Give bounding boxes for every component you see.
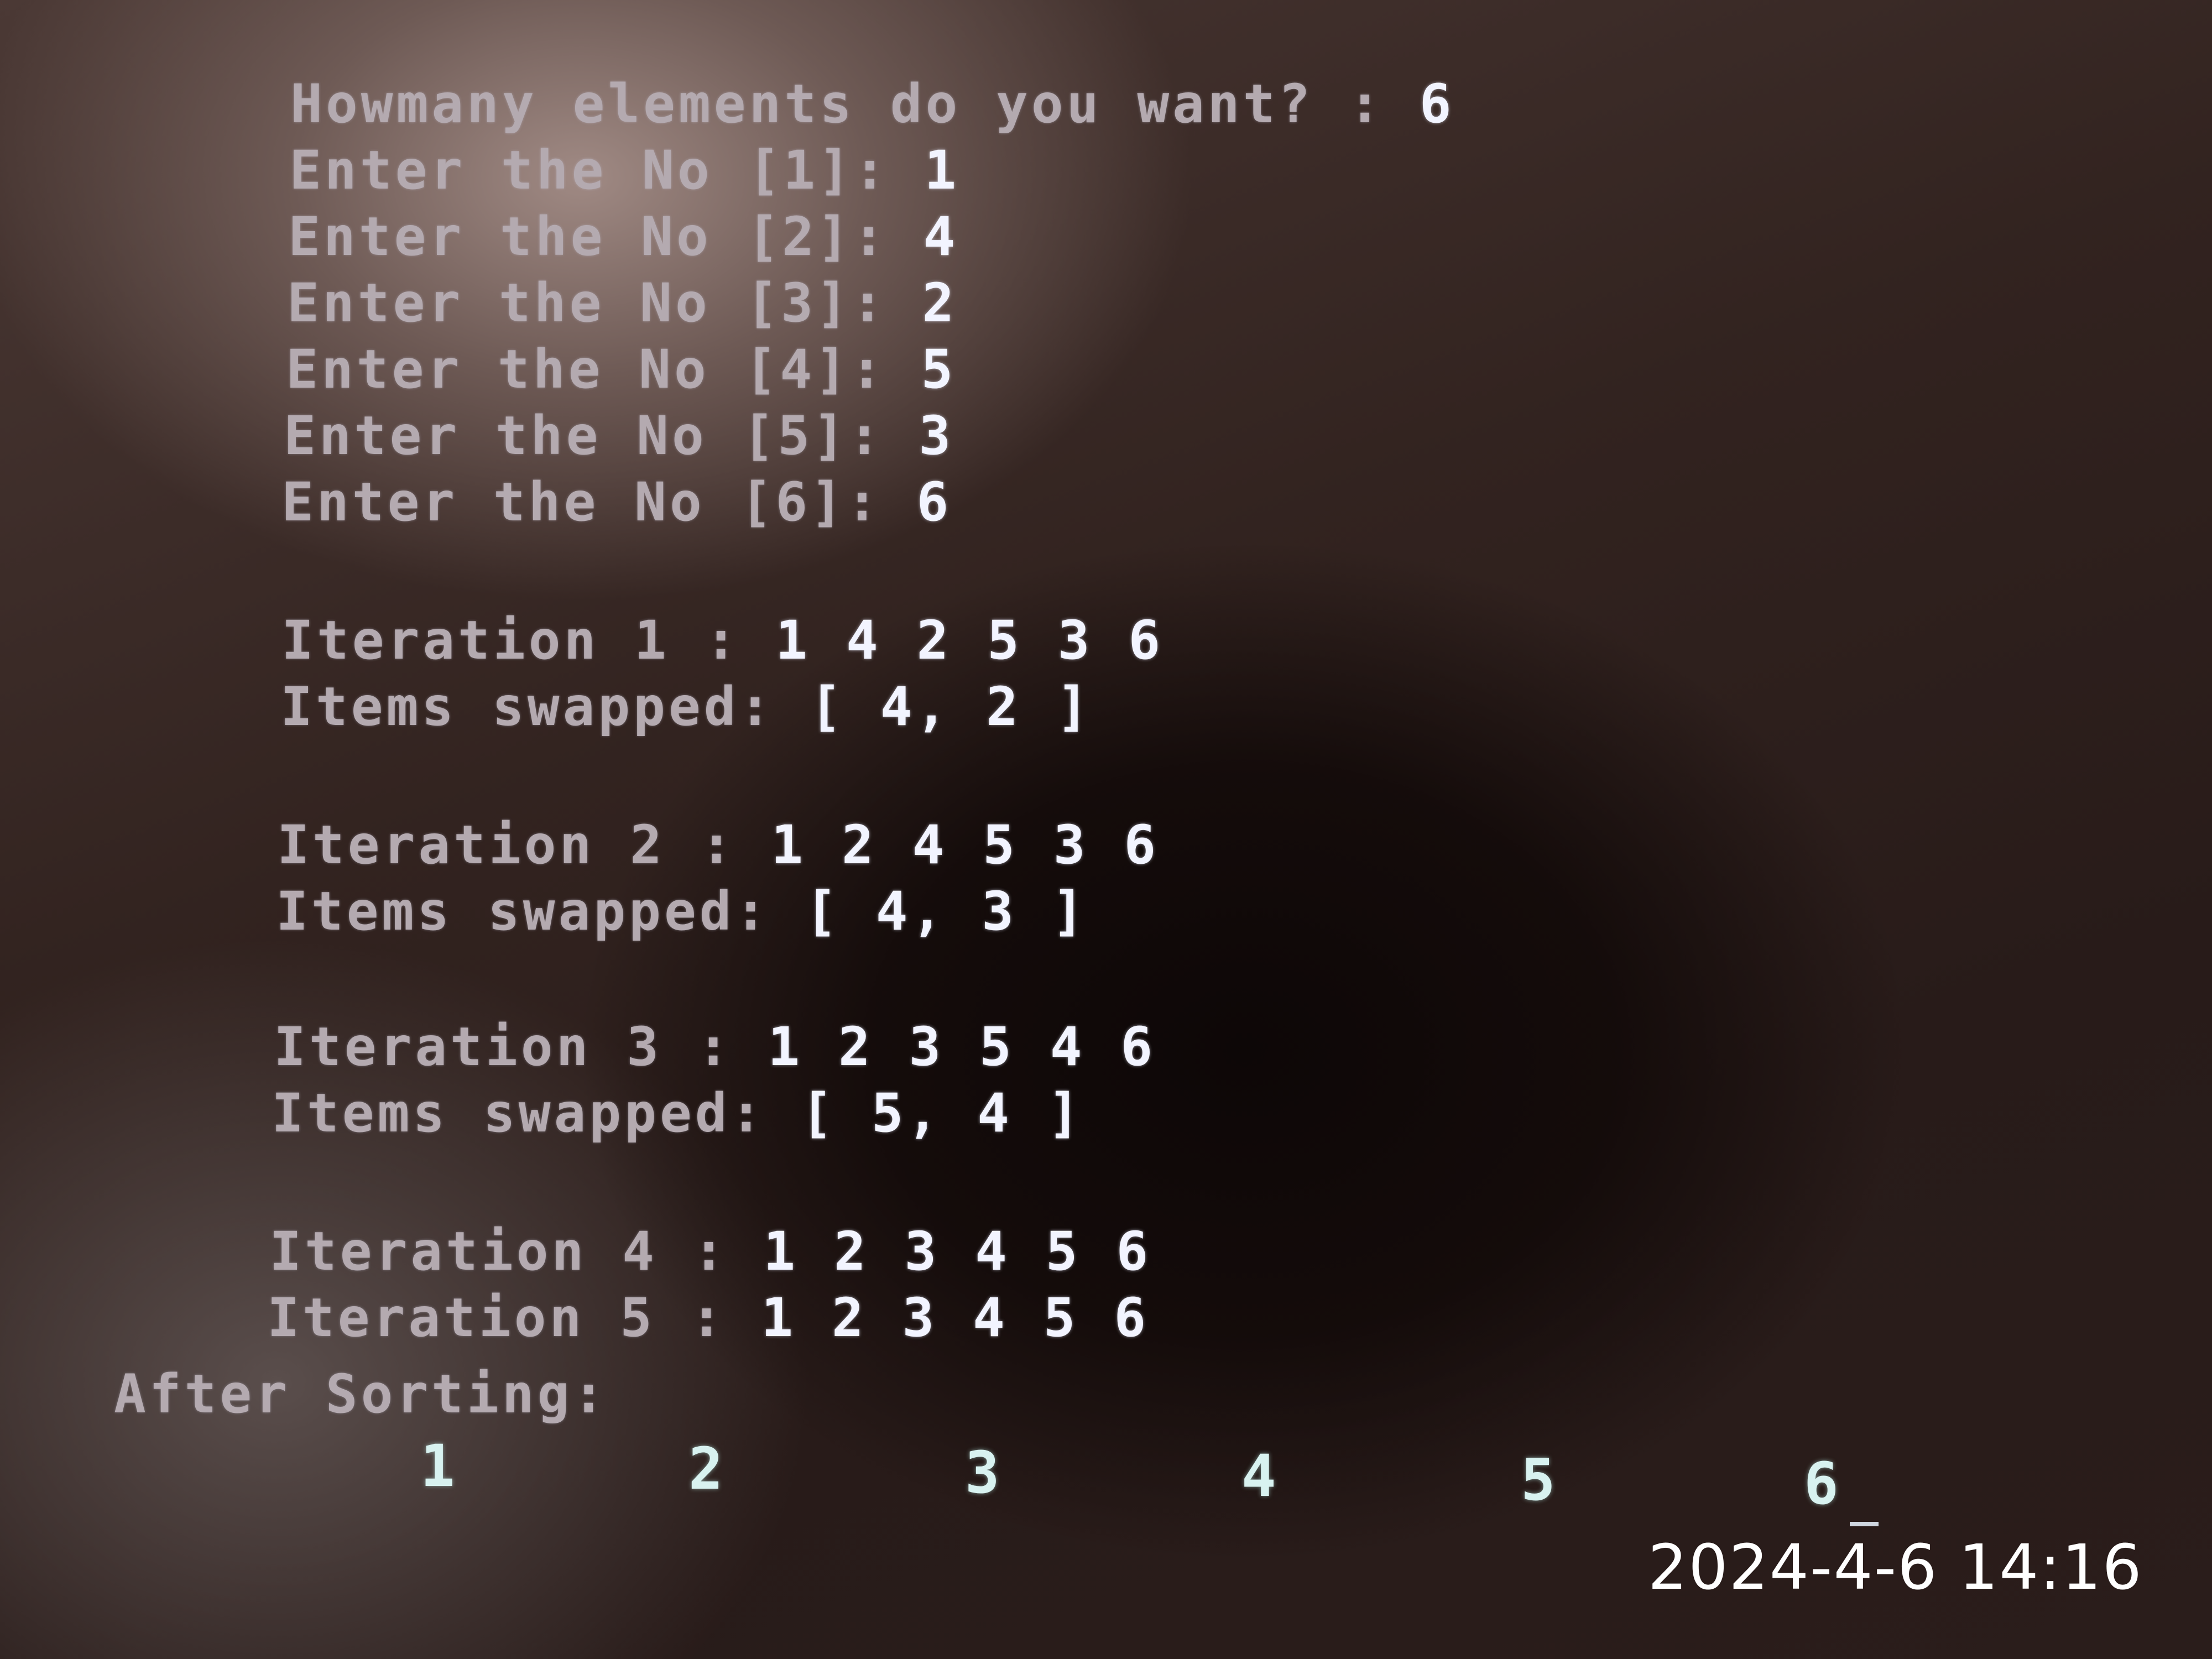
sorted-value: 5 [1521,1446,1556,1514]
sorted-value: 2 [688,1435,723,1503]
sorted-value: 6 [1804,1450,1839,1517]
terminal-screen: Howmany elements do you want? : 6 Enter … [0,0,2212,1659]
input-label: Enter the No [6]: [281,471,881,533]
sorted-value: 3 [965,1439,1000,1506]
text-cursor [1850,1522,1879,1526]
sorted-value: 4 [1241,1442,1276,1510]
sorted-values-row: 1 2 3 4 5 6 [0,1432,1936,1517]
after-sorting-label: After Sorting: [114,1363,608,1425]
photo-timestamp: 2024-4-6 14:16 [1648,1532,2143,1604]
input-value: 6 [916,471,952,533]
swapped-values: [ 5, 4 ] [801,1082,1083,1144]
prompt-answer: 6 [1419,73,1455,135]
swapped-label: Items swapped: [272,1082,766,1144]
iteration-label: Iteration 5 : [267,1287,726,1349]
swapped-label: Items swapped: [280,676,775,738]
iteration-values: 1 2 3 4 5 6 [761,1287,1150,1349]
swapped-label: Items swapped: [276,880,770,942]
swapped-values: [ 4, 2 ] [810,676,1092,738]
swapped-values: [ 4, 3 ] [805,880,1088,942]
sorted-value: 1 [420,1432,455,1500]
